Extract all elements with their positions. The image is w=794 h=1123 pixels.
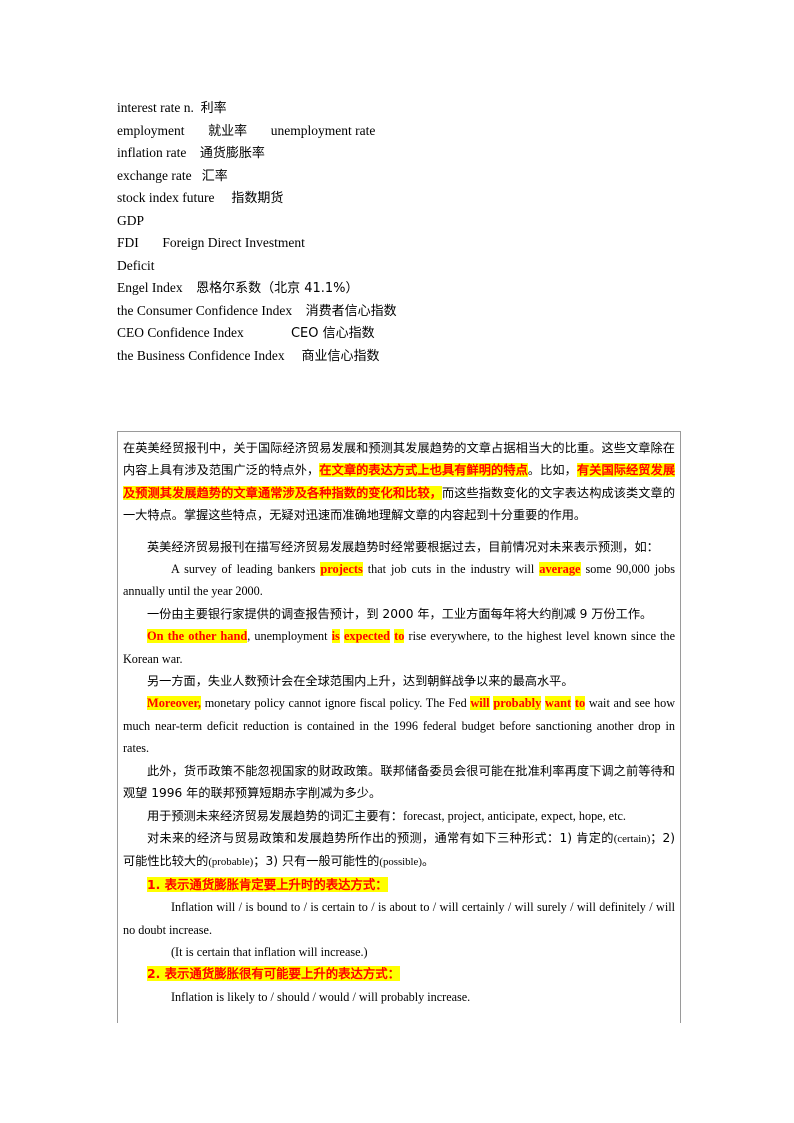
forms-en-certain: (certain) (613, 832, 651, 845)
vocab-term: stock index future (117, 190, 215, 205)
vocab-translation: 恩格尔系数（北京 41.1%） (196, 281, 359, 296)
vocab-line: CEO Confidence Index CEO 信心指数 (117, 322, 677, 345)
example1-cn-text: 一份由主要银行家提供的调查报告预计，到 2000 年，工业方面每年将大约削减 9… (147, 606, 653, 621)
vocab-translation: 汇率 (201, 168, 228, 184)
vocab-tail: Foreign Direct Investment (162, 235, 305, 250)
highlight-want: want (544, 696, 572, 711)
example2-cn-text: 另一方面，失业人数预计会在全球范围内上升，达到朝鲜战争以来的最高水平。 (147, 674, 574, 689)
highlight-intro-1: 在文章的表达方式上也具有鲜明的特点 (319, 463, 528, 478)
example3-cn-text: 此外，货币政策不能忽视国家的财政政策。联邦储备委员会很可能在批准利率再度下调之前… (123, 763, 675, 801)
highlight-on-the-other-hand: On the other hand (147, 629, 248, 644)
vocab-translation: 商业信心指数 (301, 348, 380, 364)
vocabulary-list: interest rate n. 利率 employment 就业率 unemp… (117, 97, 677, 367)
vocab-sep (214, 190, 231, 205)
vocab-list-en: forecast, project, anticipate, expect, h… (402, 808, 626, 823)
paragraph-forms: 对未来的经济与贸易政策和发展趋势所作出的预测，通常有如下三种形式：1) 肯定的(… (123, 827, 675, 874)
example3-segment-1: monetary policy cannot ignore fiscal pol… (201, 696, 471, 711)
vocab-line: inflation rate 通货膨胀率 (117, 142, 677, 165)
highlight-to: to (394, 629, 405, 644)
vocab-term: FDI (117, 235, 139, 250)
vocab-translation: 消费者信心指数 (305, 303, 397, 319)
expression-note-1: (It is certain that inflation will incre… (123, 941, 675, 963)
example-sentence-1: A survey of leading bankers projects tha… (123, 558, 675, 603)
vocab-sep (192, 168, 202, 183)
vocab-sep (292, 303, 306, 318)
vocab-sep (185, 123, 209, 138)
highlight-probably: probably (493, 696, 542, 711)
vocab-term: the Consumer Confidence Index (117, 302, 293, 318)
vocab-list-cn: 用于预测未来经济贸易发展趋势的词汇主要有： (147, 808, 403, 823)
heading-probable-increase: 2. 表示通货膨胀很有可能要上升的表达方式： (123, 963, 675, 985)
highlight-projects: projects (320, 562, 363, 577)
vocab-term: the Business Confidence Index (117, 347, 285, 363)
highlight-average: average (539, 562, 581, 577)
highlight-will: will (470, 696, 490, 711)
vocab-line: stock index future 指数期货 (117, 187, 677, 210)
vocab-term: employment (117, 122, 185, 138)
vocab-line: employment 就业率 unemployment rate (117, 120, 677, 143)
list2-text: Inflation is likely to / should / would … (171, 989, 471, 1004)
vocab-sep (285, 348, 302, 363)
paragraph-lead-in: 英美经济贸易报刊在描写经济贸易发展趋势时经常要根据过去，目前情况对未来表示预测，… (123, 536, 675, 558)
example-translation-1: 一份由主要银行家提供的调查报告预计，到 2000 年，工业方面每年将大约削减 9… (123, 603, 675, 625)
highlight-expected: expected (343, 629, 391, 644)
vocab-translation: CEO 信心指数 (290, 326, 375, 341)
forms-en-probable: (probable) (208, 856, 254, 869)
vocab-sep (183, 280, 197, 295)
highlight-moreover: Moreover, (147, 696, 202, 711)
vocab-term: interest rate n. (117, 100, 194, 115)
vocab-term: GDP (117, 212, 145, 228)
vocab-term: CEO Confidence Index (117, 325, 244, 340)
forms-en-possible: (possible) (379, 856, 422, 869)
lead-in-text: 英美经济贸易报刊在描写经济贸易发展趋势时经常要根据过去，目前情况对未来表示预测，… (147, 539, 659, 554)
vocab-translation: 指数期货 (231, 191, 284, 206)
highlight-is: is (331, 629, 340, 644)
vocab-term: Deficit (117, 257, 155, 273)
example-sentence-2: On the other hand, unemployment is expec… (123, 625, 675, 670)
vocab-line: Engel Index 恩格尔系数（北京 41.1%） (117, 277, 677, 300)
vocab-term: Engel Index (117, 280, 183, 295)
document-page: interest rate n. 利率 employment 就业率 unemp… (0, 0, 794, 1123)
paragraph-vocab-list: 用于预测未来经济贸易发展趋势的词汇主要有：forecast, project, … (123, 805, 675, 827)
heading-2-text: 2. 表示通货膨胀很有可能要上升的表达方式： (147, 966, 401, 982)
vocab-sep (244, 325, 291, 340)
forms-segment-3: ；3) 只有一般可能性的 (253, 854, 380, 869)
vocab-translation: 通货膨胀率 (199, 146, 265, 161)
vocab-line: Deficit (117, 255, 677, 278)
forms-segment-1: 对未来的经济与贸易政策和发展趋势所作出的预测，通常有如下三种形式：1) 肯定的 (147, 830, 614, 845)
article-text-box: 在英美经贸报刊中，关于国际经济贸易发展和预测其发展趋势的文章占据相当大的比重。这… (117, 431, 681, 1023)
paragraph-intro: 在英美经贸报刊中，关于国际经济贸易发展和预测其发展趋势的文章占据相当大的比重。这… (123, 437, 676, 527)
example-sentence-3: Moreover, monetary policy cannot ignore … (123, 692, 675, 759)
vocab-line: exchange rate 汇率 (117, 165, 677, 188)
intro-segment-2: 。比如， (527, 463, 577, 478)
list1-text: Inflation will / is bound to / is certai… (123, 900, 675, 937)
example2-segment-1: , unemployment (247, 629, 332, 644)
vocab-line: FDI Foreign Direct Investment (117, 232, 677, 255)
forms-segment-4: 。 (421, 854, 435, 869)
vocab-translation: 利率 (200, 101, 227, 116)
example-translation-3: 此外，货币政策不能忽视国家的财政政策。联邦储备委员会很可能在批准利率再度下调之前… (123, 760, 675, 805)
vocab-sep (139, 235, 163, 250)
example1-segment-1: A survey of leading bankers (171, 562, 321, 577)
example1-segment-2: that job cuts in the industry will (362, 562, 540, 577)
vocab-line: the Consumer Confidence Index 消费者信心指数 (117, 300, 677, 323)
heading-1-text: 1. 表示通货膨胀肯定要上升时的表达方式： (147, 876, 388, 892)
vocab-sep (186, 145, 200, 160)
vocab-line: interest rate n. 利率 (117, 97, 677, 120)
vocab-translation: 就业率 (208, 123, 248, 139)
heading-certain-increase: 1. 表示通货膨胀肯定要上升时的表达方式： (123, 874, 675, 896)
expression-list-2: Inflation is likely to / should / would … (123, 986, 675, 1008)
highlight-to-2: to (574, 696, 586, 711)
vocab-sep (194, 100, 201, 115)
example-translation-2: 另一方面，失业人数预计会在全球范围内上升，达到朝鲜战争以来的最高水平。 (123, 670, 675, 692)
vocab-tail: unemployment rate (247, 122, 376, 138)
vocab-term: inflation rate (117, 145, 187, 160)
vocab-term: exchange rate (117, 167, 192, 183)
expression-list-1: Inflation will / is bound to / is certai… (123, 896, 675, 941)
list1-note-text: (It is certain that inflation will incre… (171, 944, 368, 959)
vocab-line: the Business Confidence Index 商业信心指数 (117, 345, 677, 368)
vocab-line: GDP (117, 210, 677, 233)
